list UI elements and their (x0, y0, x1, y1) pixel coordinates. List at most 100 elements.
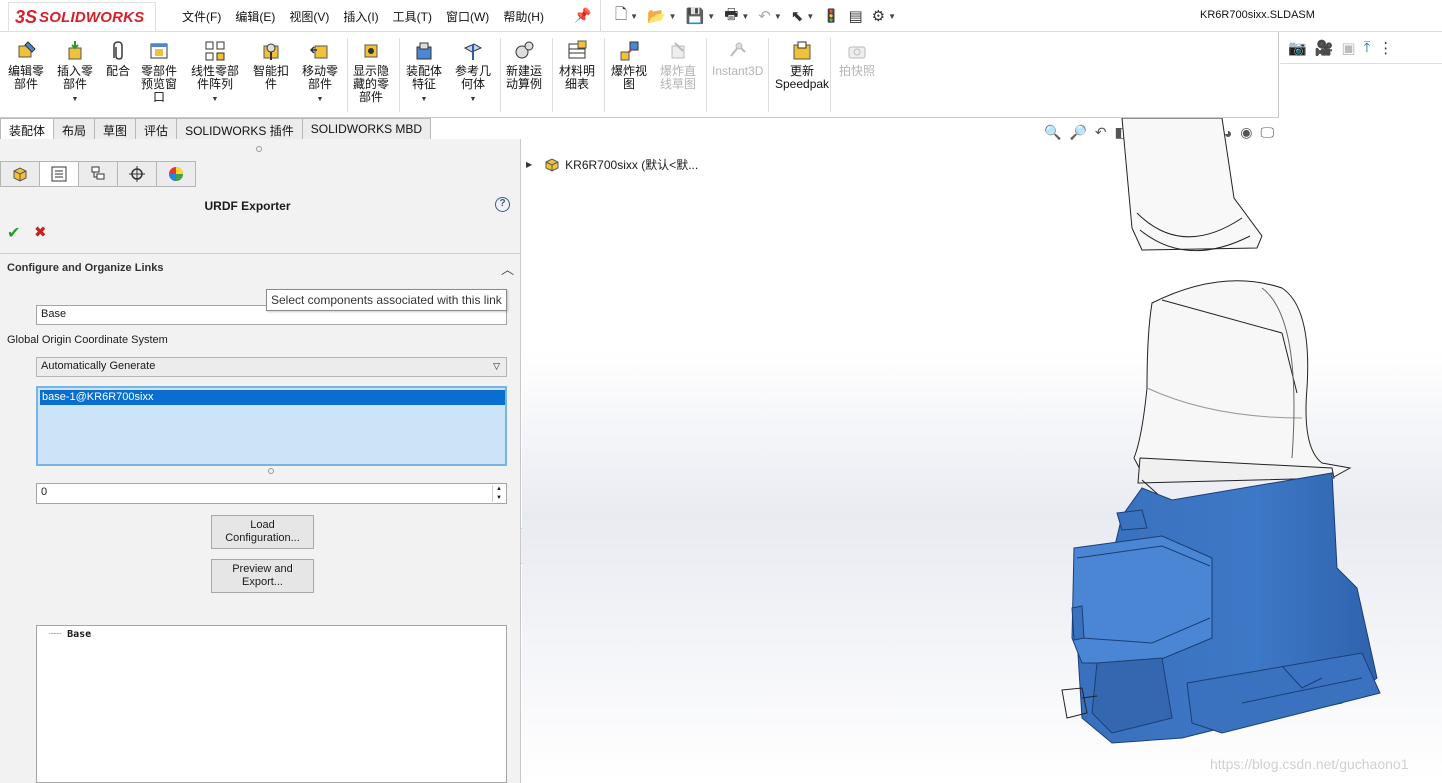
menu-insert[interactable]: 插入(I) (343, 8, 378, 25)
menu-file[interactable]: 文件(F) (182, 8, 221, 25)
tab-solidworks-addins[interactable]: SOLIDWORKS 插件 (176, 118, 303, 139)
components-selection-box[interactable]: base-1@KR6R700sixx (36, 386, 507, 466)
feature-manager-tab[interactable] (0, 161, 40, 187)
triad-icon[interactable]: ⤒ (1364, 39, 1371, 56)
menu-edit[interactable]: 编辑(E) (235, 8, 275, 25)
chevron-down-icon[interactable]: ▼ (421, 93, 428, 106)
smart-fasteners-button[interactable]: 智能扣 件 (253, 40, 289, 91)
edit-component-button[interactable]: 编辑零 部件 (8, 40, 44, 91)
chevron-down-icon[interactable]: ▼ (72, 93, 79, 106)
configuration-manager-tab[interactable] (78, 161, 118, 187)
coordinate-system-value: Automatically Generate (41, 360, 156, 372)
tab-evaluate[interactable]: 评估 (135, 118, 178, 139)
menu-window[interactable]: 窗口(W) (446, 8, 489, 25)
save-icon[interactable]: 💾 ▼ (686, 7, 716, 25)
explode-line-sketch-button[interactable]: 爆炸直 线草图 (660, 40, 696, 91)
take-snapshot-button[interactable]: 拍快照 (839, 40, 875, 78)
ok-checkmark-icon[interactable]: ✔ (7, 223, 20, 243)
feature-manager-icon (13, 167, 27, 182)
pin-menu-icon[interactable]: 📌 (574, 7, 591, 24)
link-tree-view[interactable]: ┈┈ Base (36, 625, 507, 783)
coordinate-system-label: Global Origin Coordinate System (7, 334, 168, 346)
tab-sketch[interactable]: 草图 (94, 118, 137, 139)
new-document-icon[interactable]: 🗋 ▼ (615, 4, 638, 29)
menu-help[interactable]: 帮助(H) (503, 8, 544, 25)
menu-tools[interactable]: 工具(T) (393, 8, 432, 25)
options-icon[interactable]: ⚙ ▼ (872, 7, 896, 25)
print-icon[interactable]: 🖶 ▼ (724, 4, 749, 29)
list-item[interactable]: base-1@KR6R700sixx (40, 390, 505, 405)
display-manager-tab[interactable] (156, 161, 196, 187)
bill-of-materials-button[interactable]: 材料明 细表 (559, 40, 595, 91)
spin-up-icon[interactable]: ▲ (496, 485, 502, 493)
more-icon[interactable]: ⋮ (1378, 39, 1393, 57)
help-icon[interactable]: ? (495, 197, 510, 212)
cancel-x-icon[interactable]: ✖ (34, 223, 47, 241)
watermark-text: https://blog.csdn.net/guchaono1 (1210, 756, 1409, 772)
robot-model[interactable] (522, 118, 1442, 783)
new-motion-study-button[interactable]: 新建运 动算例 (506, 40, 542, 91)
tab-assembly[interactable]: 装配体 (0, 118, 55, 139)
chevron-up-icon[interactable]: ︿ (501, 259, 514, 278)
exploded-view-icon (620, 41, 639, 61)
tree-node[interactable]: ┈┈ Base (49, 629, 91, 640)
reference-geometry-button[interactable]: 参考几 何体 ▼ (455, 40, 491, 106)
insert-component-button[interactable]: 插入零 部件 ▼ (57, 40, 93, 106)
file-properties-icon[interactable]: ▤ (848, 7, 862, 25)
load-configuration-button[interactable]: Load Configuration... (211, 515, 314, 549)
menu-bar: 文件(F) 编辑(E) 视图(V) 插入(I) 工具(T) 窗口(W) 帮助(H… (182, 8, 558, 25)
move-component-button[interactable]: 移动零 部件 ▼ (302, 40, 338, 106)
collapse-handle[interactable] (256, 146, 262, 152)
spin-down-icon[interactable]: ▼ (496, 494, 502, 502)
move-component-icon (309, 45, 328, 59)
select-icon[interactable]: ⬉ ▼ (791, 7, 815, 25)
chevron-down-icon: ▽ (493, 361, 500, 371)
tab-layout[interactable]: 布局 (53, 118, 96, 139)
property-manager-panel: URDF Exporter ? ✔ ✖ Configure and Organi… (0, 139, 521, 783)
snapshot-disabled-icon[interactable]: ▣ (1341, 39, 1355, 57)
bom-table-icon (568, 40, 587, 59)
chevron-down-icon[interactable]: ▼ (470, 93, 477, 106)
number-spinner[interactable]: ▲ ▼ (492, 485, 505, 502)
display-manager-icon (169, 167, 183, 181)
exploded-view-button[interactable]: 爆炸视 图 (611, 40, 647, 91)
ds-logo-icon: 3S (15, 6, 38, 27)
smart-fastener-icon (263, 43, 279, 60)
mate-button[interactable]: 配合 (106, 40, 130, 78)
tab-solidworks-mbd[interactable]: SOLIDWORKS MBD (301, 118, 432, 139)
dimxpert-tab[interactable] (117, 161, 157, 187)
dimxpert-icon (129, 166, 145, 182)
graphics-viewport[interactable]: ▶ KR6R700sixx (默认<默... 🔍 🔎 ↶ ◧ ✎ ⬚ ◨ 👁 ◕… (522, 118, 1442, 783)
update-speedpak-button[interactable]: 更新 Speedpak (775, 40, 829, 91)
edit-component-icon (18, 41, 36, 58)
component-preview-window-button[interactable]: 零部件 预览窗 口 (141, 40, 177, 104)
chevron-down-icon[interactable]: ▼ (317, 93, 324, 106)
group-header[interactable]: Configure and Organize Links (7, 262, 163, 274)
coordinate-system-select[interactable]: Automatically Generate ▽ (36, 357, 507, 377)
toolbar-separator (500, 38, 501, 112)
right-toolbar: 📷 🎥 ▣ ⤒ ⋮ (1280, 32, 1442, 64)
linear-pattern-button[interactable]: 线性零部 件阵列 ▼ (191, 40, 239, 106)
page-title: URDF Exporter (204, 199, 291, 213)
open-icon[interactable]: 📂 ▼ (647, 7, 677, 25)
resize-handle[interactable] (268, 468, 274, 474)
reference-geometry-icon (463, 43, 483, 60)
undo-icon[interactable]: ↶ ▼ (758, 7, 782, 25)
document-title: KR6R700sixx.SLDASM (1200, 9, 1315, 21)
menu-view[interactable]: 视图(V) (289, 8, 329, 25)
explode-line-sketch-icon (671, 42, 685, 59)
rebuild-icon[interactable]: 🚦 (823, 8, 839, 24)
quick-access-toolbar: 🗋 ▼ 📂 ▼ 💾 ▼ 🖶 ▼ ↶ ▼ ⬉ ▼ 🚦 ▤ ⚙ ▼ (600, 0, 905, 32)
logo-text: SOLIDWORKS (39, 8, 145, 26)
child-links-count-input[interactable]: 0 ▲ ▼ (36, 483, 507, 504)
camera-icon[interactable]: 📷 (1288, 39, 1307, 57)
chevron-down-icon[interactable]: ▼ (212, 93, 219, 106)
show-hidden-components-button[interactable]: 显示隐 藏的零 部件 (353, 40, 389, 104)
property-manager-tab[interactable] (39, 161, 79, 187)
solidworks-logo[interactable]: 3S SOLIDWORKS (8, 2, 156, 32)
camera-icon (848, 46, 866, 59)
instant3d-button[interactable]: Instant3D (712, 40, 763, 78)
record-icon[interactable]: 🎥 (1315, 39, 1334, 57)
assembly-features-button[interactable]: 装配体 特征 ▼ (406, 40, 442, 106)
preview-and-export-button[interactable]: Preview and Export... (211, 559, 314, 593)
